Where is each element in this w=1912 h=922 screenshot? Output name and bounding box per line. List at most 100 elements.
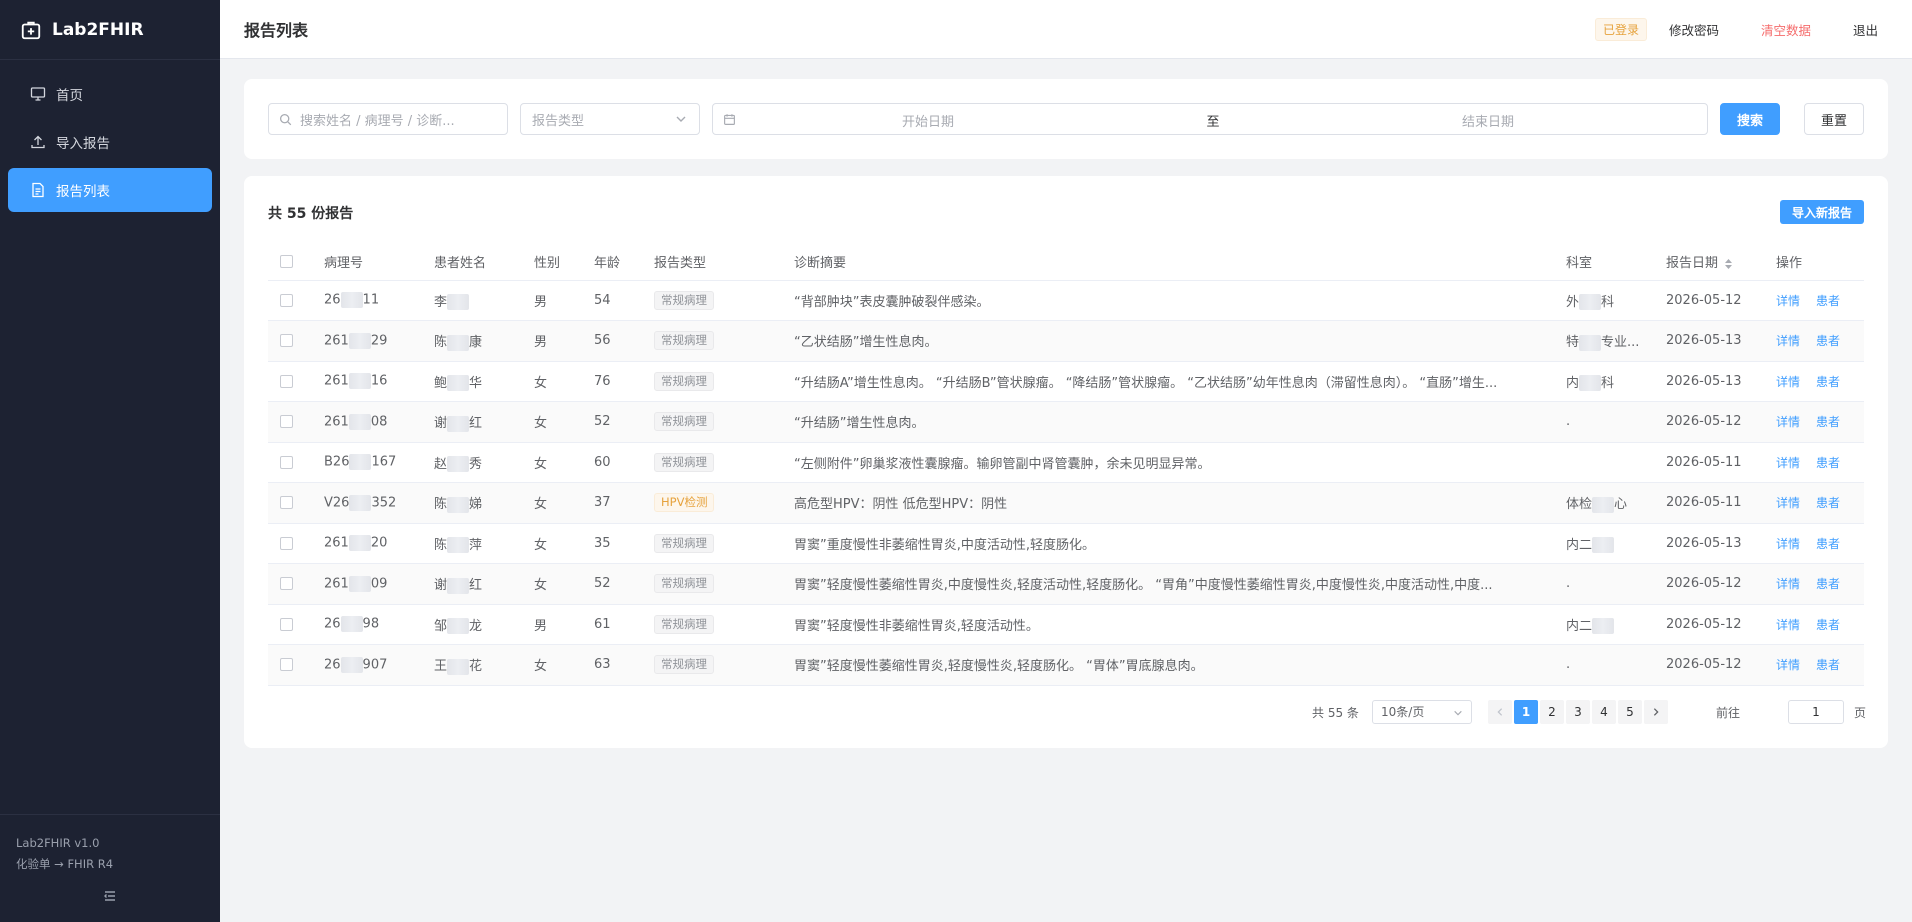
- row-select-cell[interactable]: [268, 442, 324, 483]
- row-checkbox[interactable]: [280, 293, 293, 307]
- row-select-cell[interactable]: [268, 361, 324, 402]
- pathology-no-suffix: 20: [370, 535, 388, 551]
- cell-pathology-no: 26 907: [324, 644, 434, 686]
- detail-link[interactable]: 详情: [1776, 415, 1800, 429]
- import-report-button[interactable]: 导入新报告: [1780, 200, 1864, 224]
- patient-name-first: 李: [434, 294, 448, 310]
- patient-link[interactable]: 患者: [1816, 334, 1840, 348]
- row-select-cell[interactable]: [268, 563, 324, 605]
- patient-link[interactable]: 患者: [1816, 415, 1840, 429]
- detail-link[interactable]: 详情: [1776, 618, 1800, 632]
- detail-link[interactable]: 详情: [1776, 294, 1800, 308]
- row-select-cell[interactable]: [268, 320, 324, 362]
- cell-age: 52: [594, 401, 654, 443]
- table-row[interactable]: B26 167 赵秀女 60 常规病理 “左侧附件”卵巢浆液性囊腺瘤。输卵管副中肾管囊肿，…: [268, 442, 1864, 483]
- page-button-2[interactable]: 2: [1540, 700, 1564, 724]
- pathology-no-prefix: 261: [324, 576, 349, 592]
- logout-link[interactable]: 退出: [1853, 20, 1878, 39]
- patient-link[interactable]: 患者: [1816, 456, 1840, 470]
- detail-link[interactable]: 详情: [1776, 537, 1800, 551]
- cell-diagnosis-summary: “左侧附件”卵巢浆液性囊腺瘤。输卵管副中肾管囊肿，余未见明显异常。: [794, 442, 1566, 483]
- monitor-icon: [30, 86, 46, 102]
- patient-link[interactable]: 患者: [1816, 658, 1840, 672]
- cell-report-date: 2026-05-11: [1666, 442, 1776, 483]
- prev-page-button[interactable]: [1488, 700, 1512, 724]
- detail-link[interactable]: 详情: [1776, 658, 1800, 672]
- table-row[interactable]: 26 98 邹龙男 61 常规病理 胃窦”轻度慢性非萎缩性胃炎,轻度活动性。 内二 2026-…: [268, 604, 1864, 645]
- row-checkbox[interactable]: [280, 374, 293, 388]
- row-select-cell[interactable]: [268, 482, 324, 524]
- patient-link[interactable]: 患者: [1816, 375, 1840, 389]
- row-checkbox[interactable]: [280, 496, 293, 510]
- row-select-cell[interactable]: [268, 280, 324, 321]
- detail-link[interactable]: 详情: [1776, 577, 1800, 591]
- pathology-no-suffix: 09: [370, 576, 388, 592]
- col-header-report-date[interactable]: 报告日期: [1666, 244, 1776, 281]
- cell-actions: 详情 患者: [1776, 523, 1864, 564]
- report-type-select[interactable]: 报告类型: [520, 103, 700, 135]
- search-button[interactable]: 搜索: [1720, 103, 1780, 135]
- end-date-input[interactable]: 结束日期: [1273, 111, 1703, 130]
- page-size-select[interactable]: 10条/页: [1372, 700, 1472, 724]
- department-prefix: .: [1566, 576, 1571, 592]
- cell-pathology-no: 26 11: [324, 280, 434, 321]
- table-row[interactable]: 26 11 李男 54 常规病理 “背部肿块”表皮囊肿破裂伴感染。外科 2026-05-12…: [268, 280, 1864, 321]
- clear-data-link[interactable]: 清空数据: [1761, 20, 1811, 39]
- detail-link[interactable]: 详情: [1776, 496, 1800, 510]
- cell-age: 76: [594, 361, 654, 402]
- select-all-checkbox[interactable]: [280, 255, 293, 269]
- sort-icon[interactable]: [1724, 258, 1733, 270]
- patient-link[interactable]: 患者: [1816, 294, 1840, 308]
- cell-pathology-no: 261 20: [324, 523, 434, 564]
- next-page-button[interactable]: [1644, 700, 1668, 724]
- select-all-cell[interactable]: [268, 244, 324, 281]
- patient-link[interactable]: 患者: [1816, 577, 1840, 591]
- table-row[interactable]: 26 907 王花女 63 常规病理 胃窦”轻度慢性萎缩性胃炎,轻度慢性炎,轻度肠化。 “…: [268, 644, 1864, 686]
- row-checkbox[interactable]: [280, 617, 293, 631]
- page-button-3[interactable]: 3: [1566, 700, 1590, 724]
- goto-page-input[interactable]: 1: [1788, 700, 1844, 724]
- redaction-blur: [1592, 496, 1615, 513]
- detail-link[interactable]: 详情: [1776, 334, 1800, 348]
- department-suffix: 专业...: [1601, 335, 1640, 350]
- page-button-4[interactable]: 4: [1592, 700, 1616, 724]
- search-input[interactable]: 搜索姓名 / 病理号 / 诊断...: [268, 103, 508, 135]
- search-icon: [279, 113, 292, 125]
- menu-collapse-icon[interactable]: [102, 888, 118, 904]
- table-row[interactable]: 261 08 谢红女 52 常规病理 “升结肠”增生性息肉。. 2026-05-12 详情 患者: [268, 401, 1864, 443]
- patient-link[interactable]: 患者: [1816, 496, 1840, 510]
- detail-link[interactable]: 详情: [1776, 375, 1800, 389]
- table-row[interactable]: V26 352 陈娣女 37 HPV检测 高危型HPV：阴性 低危型HPV：阴性 体检心 20…: [268, 482, 1864, 524]
- patient-link[interactable]: 患者: [1816, 618, 1840, 632]
- row-select-cell[interactable]: [268, 644, 324, 686]
- row-select-cell[interactable]: [268, 401, 324, 443]
- cell-diagnosis-summary: 胃窦”轻度慢性萎缩性胃炎,轻度慢性炎,轻度肠化。 “胃体”胃底腺息肉。: [794, 644, 1566, 686]
- sidebar-nav: 首页 导入报告 报告列表: [0, 60, 220, 212]
- start-date-input[interactable]: 开始日期: [713, 111, 1143, 130]
- row-checkbox[interactable]: [280, 455, 293, 469]
- detail-link[interactable]: 详情: [1776, 456, 1800, 470]
- date-range-picker[interactable]: 开始日期 至 结束日期: [712, 103, 1708, 135]
- row-checkbox[interactable]: [280, 415, 293, 429]
- change-password-link[interactable]: 修改密码: [1669, 20, 1719, 39]
- row-select-cell[interactable]: [268, 523, 324, 564]
- sidebar-item-home[interactable]: 首页: [8, 72, 212, 116]
- cell-diagnosis-summary: 胃窦”轻度慢性非萎缩性胃炎,轻度活动性。: [794, 604, 1566, 645]
- row-checkbox[interactable]: [280, 334, 293, 348]
- row-checkbox[interactable]: [280, 658, 293, 672]
- page-button-5[interactable]: 5: [1618, 700, 1642, 724]
- page-button-1[interactable]: 1: [1514, 700, 1538, 724]
- sidebar-item-report-list[interactable]: 报告列表: [8, 168, 212, 212]
- table-row[interactable]: 261 29 陈康男 56 常规病理 “乙状结肠”增生性息肉。特专业... 2026-05-…: [268, 320, 1864, 362]
- patient-link[interactable]: 患者: [1816, 537, 1840, 551]
- table-row[interactable]: 261 09 谢红女 52 常规病理 胃窦”轻度慢性萎缩性胃炎,中度慢性炎,轻度活动性,轻…: [268, 563, 1864, 605]
- row-checkbox[interactable]: [280, 536, 293, 550]
- pathology-no-prefix: 26: [324, 616, 341, 632]
- cell-pathology-no: 261 16: [324, 361, 434, 402]
- row-checkbox[interactable]: [280, 577, 293, 591]
- reset-button[interactable]: 重置: [1804, 103, 1864, 135]
- table-row[interactable]: 261 20 陈萍女 35 常规病理 胃窦”重度慢性非萎缩性胃炎,中度活动性,轻度肠化。内…: [268, 523, 1864, 564]
- sidebar-item-import-report[interactable]: 导入报告: [8, 120, 212, 164]
- table-row[interactable]: 261 16 鲍华女 76 常规病理 “升结肠A”增生性息肉。 “升结肠B”管状腺瘤。 “…: [268, 361, 1864, 402]
- row-select-cell[interactable]: [268, 604, 324, 645]
